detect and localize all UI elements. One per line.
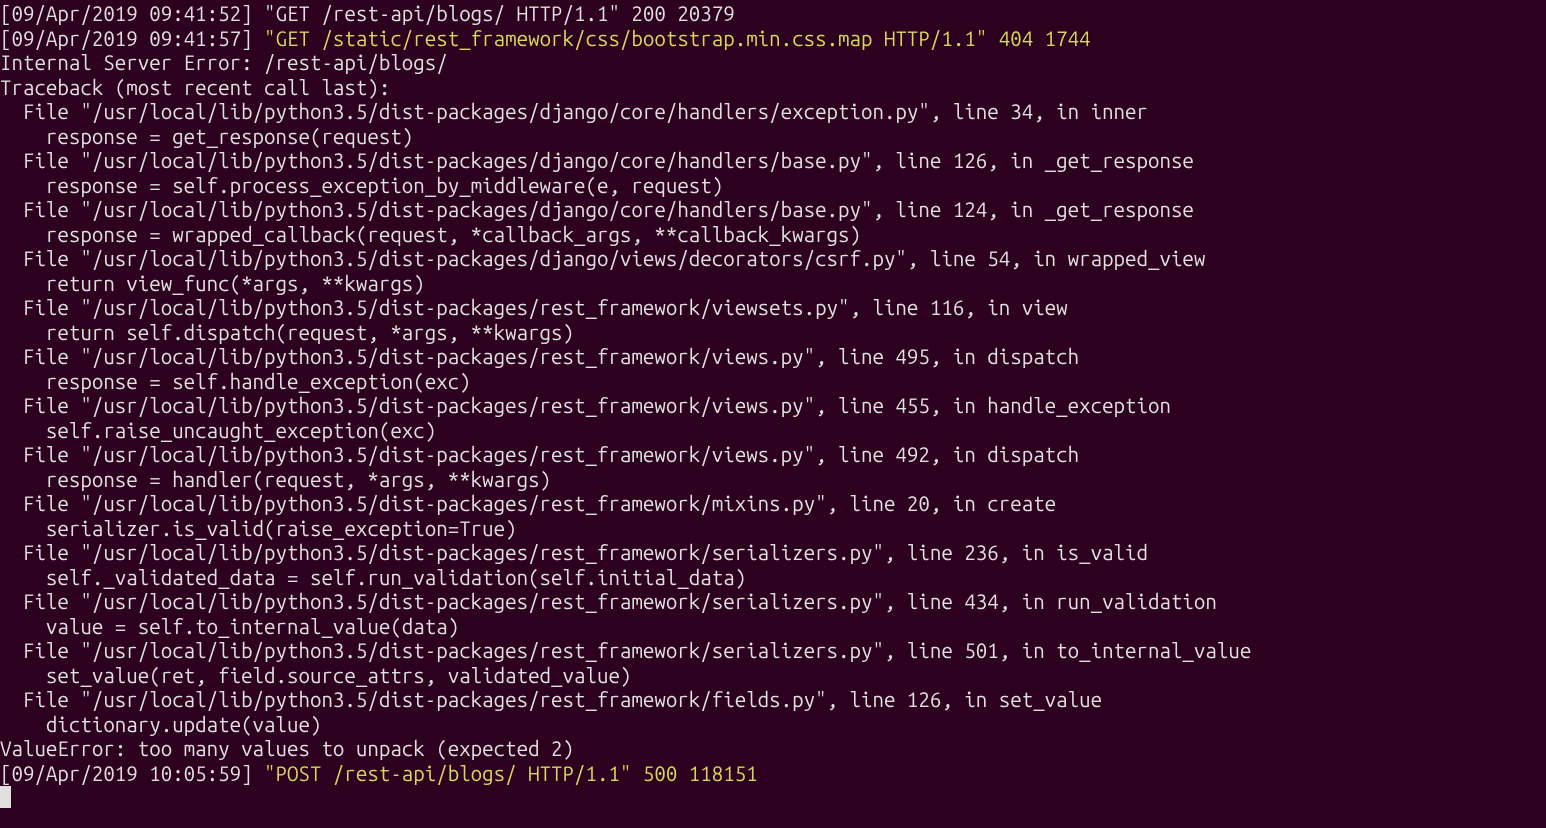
terminal-line: response = self.process_exception_by_mid… [0,174,1546,199]
terminal-text: [09/Apr/2019 09:41:52] [0,2,264,25]
terminal-text: File "/usr/local/lib/python3.5/dist-pack… [0,590,1217,613]
terminal-text: File "/usr/local/lib/python3.5/dist-pack… [0,296,1068,319]
terminal-text: File "/usr/local/lib/python3.5/dist-pack… [0,639,1251,662]
terminal-text: File "/usr/local/lib/python3.5/dist-pack… [0,198,1194,221]
terminal-line: File "/usr/local/lib/python3.5/dist-pack… [0,492,1546,517]
terminal-text: File "/usr/local/lib/python3.5/dist-pack… [0,541,1148,564]
terminal-text: dictionary.update(value) [0,713,321,736]
terminal-text: [09/Apr/2019 09:41:57] [0,27,264,50]
terminal-line: File "/usr/local/lib/python3.5/dist-pack… [0,639,1546,664]
terminal-text: response = self.process_exception_by_mid… [0,174,723,197]
terminal-text: File "/usr/local/lib/python3.5/dist-pack… [0,394,1171,417]
terminal-text: return view_func(*args, **kwargs) [0,272,425,295]
terminal-line: dictionary.update(value) [0,713,1546,738]
terminal-text: Traceback (most recent call last): [0,76,390,99]
terminal-line: response = wrapped_callback(request, *ca… [0,223,1546,248]
terminal-line: Traceback (most recent call last): [0,76,1546,101]
terminal-text: return self.dispatch(request, *args, **k… [0,321,574,344]
terminal-text: response = wrapped_callback(request, *ca… [0,223,861,246]
terminal-line: set_value(ret, field.source_attrs, valid… [0,664,1546,689]
terminal-line: return view_func(*args, **kwargs) [0,272,1546,297]
terminal-text: serializer.is_valid(raise_exception=True… [0,517,517,540]
terminal-line: File "/usr/local/lib/python3.5/dist-pack… [0,688,1546,713]
terminal-line: ValueError: too many values to unpack (e… [0,737,1546,762]
terminal-text: File "/usr/local/lib/python3.5/dist-pack… [0,688,1102,711]
terminal-text: "GET /rest-api/blogs/ HTTP/1.1" 200 2037… [264,2,735,25]
terminal-line: File "/usr/local/lib/python3.5/dist-pack… [0,149,1546,174]
terminal-line: File "/usr/local/lib/python3.5/dist-pack… [0,541,1546,566]
terminal-line: Internal Server Error: /rest-api/blogs/ [0,51,1546,76]
terminal-line: [09/Apr/2019 10:05:59] "POST /rest-api/b… [0,762,1546,787]
terminal-text: "POST /rest-api/blogs/ HTTP/1.1" 500 118… [264,762,758,785]
terminal-line: [09/Apr/2019 09:41:57] "GET /static/rest… [0,27,1546,52]
terminal-line: [09/Apr/2019 09:41:52] "GET /rest-api/bl… [0,2,1546,27]
terminal-output[interactable]: [09/Apr/2019 09:41:52] "GET /rest-api/bl… [0,0,1546,811]
cursor-icon [0,786,11,808]
terminal-line: File "/usr/local/lib/python3.5/dist-pack… [0,394,1546,419]
terminal-line: response = self.handle_exception(exc) [0,370,1546,395]
terminal-text: File "/usr/local/lib/python3.5/dist-pack… [0,345,1079,368]
terminal-line: self._validated_data = self.run_validati… [0,566,1546,591]
terminal-text: [09/Apr/2019 10:05:59] [0,762,264,785]
terminal-line: serializer.is_valid(raise_exception=True… [0,517,1546,542]
terminal-text: ValueError: too many values to unpack (e… [0,737,574,760]
terminal-text: set_value(ret, field.source_attrs, valid… [0,664,631,687]
terminal-text: File "/usr/local/lib/python3.5/dist-pack… [0,100,1148,123]
terminal-line: File "/usr/local/lib/python3.5/dist-pack… [0,247,1546,272]
terminal-cursor-line [0,786,1546,811]
terminal-text: response = get_response(request) [0,125,413,148]
terminal-line: File "/usr/local/lib/python3.5/dist-pack… [0,345,1546,370]
terminal-text: response = handler(request, *args, **kwa… [0,468,551,491]
terminal-line: return self.dispatch(request, *args, **k… [0,321,1546,346]
terminal-line: File "/usr/local/lib/python3.5/dist-pack… [0,198,1546,223]
terminal-text: self._validated_data = self.run_validati… [0,566,746,589]
terminal-text: "GET /static/rest_framework/css/bootstra… [264,27,1091,50]
terminal-text: File "/usr/local/lib/python3.5/dist-pack… [0,247,1205,270]
terminal-text: self.raise_uncaught_exception(exc) [0,419,436,442]
terminal-line: self.raise_uncaught_exception(exc) [0,419,1546,444]
terminal-text: File "/usr/local/lib/python3.5/dist-pack… [0,492,1056,515]
terminal-text: response = self.handle_exception(exc) [0,370,471,393]
terminal-line: value = self.to_internal_value(data) [0,615,1546,640]
terminal-text: Internal Server Error: /rest-api/blogs/ [0,51,448,74]
terminal-line: File "/usr/local/lib/python3.5/dist-pack… [0,443,1546,468]
terminal-text: File "/usr/local/lib/python3.5/dist-pack… [0,149,1194,172]
terminal-line: File "/usr/local/lib/python3.5/dist-pack… [0,590,1546,615]
terminal-line: File "/usr/local/lib/python3.5/dist-pack… [0,100,1546,125]
terminal-text: value = self.to_internal_value(data) [0,615,459,638]
terminal-line: File "/usr/local/lib/python3.5/dist-pack… [0,296,1546,321]
terminal-line: response = get_response(request) [0,125,1546,150]
terminal-line: response = handler(request, *args, **kwa… [0,468,1546,493]
terminal-text: File "/usr/local/lib/python3.5/dist-pack… [0,443,1079,466]
